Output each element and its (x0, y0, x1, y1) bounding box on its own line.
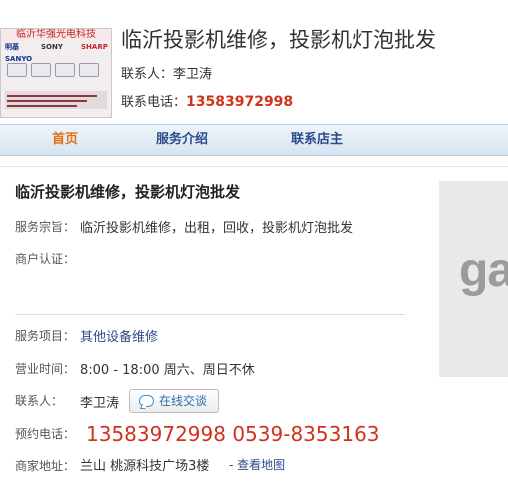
separator (0, 166, 508, 167)
nav-home[interactable]: 首页 (52, 125, 78, 155)
address-value: 兰山 桃源科技广场3楼 (80, 459, 210, 474)
contact-value: 李卫涛 (80, 396, 120, 411)
purpose-value: 临沂投影机维修，出租，回收，投影机灯泡批发 (80, 221, 354, 236)
projector-icon (31, 63, 51, 77)
purpose-label: 服务宗旨： (15, 220, 76, 234)
logo-text-line (7, 105, 77, 107)
service-value-link[interactable]: 其他设备维修 (80, 326, 158, 345)
logo-brand-sharp: SHARP (81, 43, 108, 51)
header: 临沂华强光电科技 明基 SONY SHARP SANYO 临沂投影机维修，投影机… (0, 0, 508, 124)
logo-brand-sanyo: SANYO (5, 55, 33, 63)
service-title: 临沂投影机维修，投影机灯泡批发 (15, 183, 241, 201)
projector-icon (7, 63, 27, 77)
header-phone: 联系电话：13583972998 (121, 93, 293, 112)
logo-text-line (7, 95, 97, 97)
service-label: 服务项目： (15, 329, 76, 343)
header-contact-label: 联系人： (121, 67, 174, 82)
logo-brand-sony: SONY (41, 43, 63, 51)
booking-label: 预约电话： (15, 427, 76, 441)
booking-phones[interactable]: 13583972998 0539-8353163 (86, 421, 380, 447)
header-phone-number[interactable]: 13583972998 (186, 94, 293, 110)
header-phone-label: 联系电话： (121, 95, 187, 110)
ad-panel[interactable]: ga (439, 181, 508, 377)
ad-text: ga (459, 244, 508, 297)
shop-logo[interactable]: 临沂华强光电科技 明基 SONY SHARP SANYO (0, 28, 112, 118)
divider (15, 314, 405, 315)
main-nav: 首页 服务介绍 联系店主 (0, 124, 508, 156)
online-chat-button[interactable]: 在线交谈 (129, 389, 219, 413)
header-contact-name: 李卫涛 (173, 67, 213, 82)
cert-label: 商户认证： (15, 252, 76, 266)
chat-bubble-icon (139, 395, 154, 407)
view-map-link[interactable]: - 查看地图 (229, 456, 285, 473)
logo-text-line (7, 100, 87, 102)
header-contact: 联系人：李卫涛 (121, 66, 212, 84)
hours-value: 8:00 - 18:00 周六、周日不休 (80, 363, 255, 378)
nav-contact-owner[interactable]: 联系店主 (291, 125, 343, 155)
logo-company-text: 临沂华强光电科技 (1, 29, 111, 41)
address-label: 商家地址： (15, 459, 76, 473)
logo-brand-benq: 明基 (5, 43, 19, 51)
nav-service-intro[interactable]: 服务介绍 (156, 125, 208, 155)
shop-title: 临沂投影机维修，投影机灯泡批发 (121, 28, 436, 52)
hours-label: 营业时间： (15, 362, 76, 376)
online-chat-label: 在线交谈 (159, 394, 208, 408)
projector-icon (79, 63, 99, 77)
projector-icon (55, 63, 75, 77)
contact-label: 联系人： (15, 394, 64, 408)
